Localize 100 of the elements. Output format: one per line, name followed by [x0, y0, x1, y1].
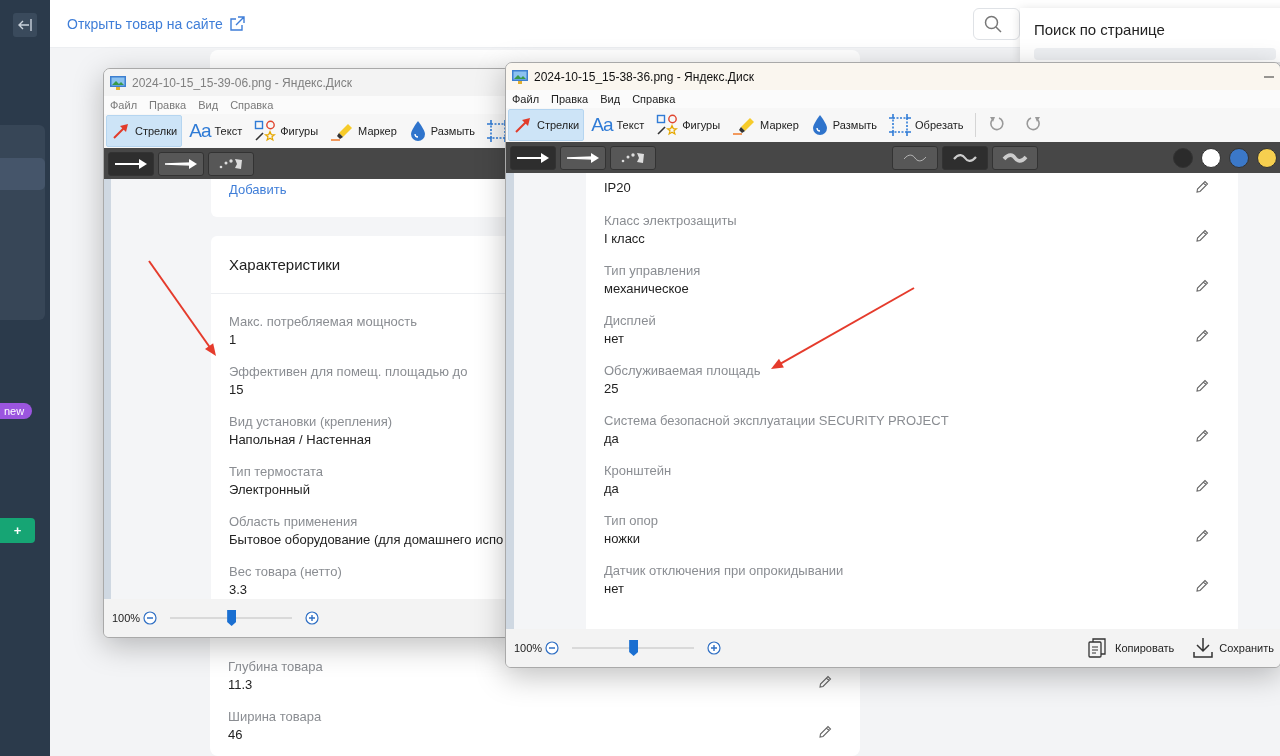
tool-button[interactable]: Стрелки — [508, 109, 585, 141]
pencil-icon — [1194, 577, 1210, 594]
menu-item[interactable]: Вид — [600, 93, 621, 105]
field-label: Ширина товара — [228, 708, 322, 726]
tool-button[interactable]: Маркер — [727, 109, 804, 141]
tool-button[interactable]: Фигуры — [651, 109, 726, 141]
stroke-width-button[interactable] — [942, 145, 988, 170]
zoom-in-icon[interactable] — [305, 611, 320, 625]
field-value: 3.3 — [229, 581, 249, 599]
field-label: Тип управления — [604, 262, 701, 280]
menu-item[interactable]: Файл — [512, 93, 540, 105]
slider-thumb[interactable] — [227, 610, 237, 626]
arrow-style-button[interactable] — [610, 145, 656, 170]
field-label: Вес товара (нетто) — [229, 563, 342, 581]
arrow-style-button[interactable] — [108, 151, 154, 176]
menu-item[interactable]: Файл — [110, 99, 138, 111]
edit-button[interactable] — [1194, 477, 1210, 494]
dotted-arrow-icon — [620, 150, 646, 165]
color-swatch[interactable] — [1257, 147, 1277, 168]
color-swatch[interactable] — [1201, 147, 1221, 168]
find-title: Поиск по странице — [1034, 21, 1166, 38]
edit-button[interactable] — [1194, 327, 1210, 344]
field-value: 15 — [229, 381, 245, 399]
field-label: Датчик отключения при опрокидывании — [604, 562, 844, 580]
color-swatch[interactable] — [1173, 147, 1193, 168]
color-swatch[interactable] — [1229, 147, 1249, 168]
pencil-icon — [817, 723, 833, 740]
field-label: Область применения — [229, 513, 359, 531]
zoom-in-icon[interactable] — [707, 641, 722, 655]
add-link[interactable]: Добавить — [229, 182, 287, 197]
slider-thumb[interactable] — [629, 640, 639, 656]
zoom-reading: 100% — [112, 612, 141, 624]
save-button[interactable]: Сохранить — [1191, 637, 1276, 659]
tool-button[interactable]: Размыть — [805, 109, 883, 141]
field-label: Тип термостата — [229, 463, 323, 481]
open-on-site-link[interactable]: Открыть товар на сайте — [67, 15, 245, 32]
pencil-icon — [1194, 227, 1210, 244]
edit-button[interactable] — [1194, 227, 1210, 244]
menu-item[interactable]: Справка — [632, 93, 676, 105]
menu-item[interactable]: Правка — [551, 93, 589, 105]
pencil-icon — [1194, 527, 1210, 544]
copy-button[interactable]: Копировать — [1085, 637, 1177, 659]
arrow-style-button[interactable] — [158, 151, 204, 176]
window-title: 2024-10-15_15-39-06.png - Яндекс.Диск — [132, 75, 352, 90]
zoom-out-icon[interactable] — [143, 611, 158, 625]
arrow-style-button[interactable] — [510, 145, 556, 170]
menu-item[interactable]: Вид — [198, 99, 219, 111]
edit-button[interactable] — [1194, 277, 1210, 294]
arrow-icon — [566, 151, 600, 164]
menu-item[interactable]: Справка — [230, 99, 274, 111]
tool-button[interactable]: Фигуры — [249, 115, 324, 147]
collapse-button[interactable] — [13, 13, 37, 37]
pencil-icon — [1194, 277, 1210, 294]
pencil-icon — [1194, 179, 1210, 195]
edit-button[interactable] — [1194, 427, 1210, 444]
zoom-reading: 100% — [514, 642, 543, 654]
field-value: нет — [604, 330, 625, 348]
collapse-icon — [17, 18, 33, 32]
tool-button[interactable]: Обрезать — [884, 109, 969, 141]
tool-button[interactable]: Маркер — [325, 115, 402, 147]
field-label: Обслуживаемая площадь — [604, 362, 761, 380]
shapes-icon — [656, 114, 679, 136]
zoom-out-icon[interactable] — [545, 641, 560, 655]
crop-icon — [889, 114, 912, 136]
edit-button[interactable] — [1194, 377, 1210, 394]
field-value: Электронный — [229, 481, 311, 499]
edit-button[interactable] — [817, 673, 833, 690]
edit-button[interactable] — [1194, 577, 1210, 594]
arrow-style-button[interactable] — [560, 145, 606, 170]
edit-button[interactable] — [1194, 179, 1210, 195]
field-value: Бытовое оборудование (для домашнего испо — [229, 531, 504, 549]
field-label: Эффективен для помещ. площадью до — [229, 363, 468, 381]
wave-icon — [902, 152, 928, 163]
tool-button[interactable]: Aa Текст — [184, 115, 248, 147]
field-value: да — [604, 480, 620, 498]
stroke-width-button[interactable] — [992, 145, 1038, 170]
field-value: 25 — [604, 380, 620, 398]
download-icon — [1193, 637, 1214, 659]
app-icon — [512, 69, 528, 84]
tool-button[interactable]: Размыть — [403, 115, 481, 147]
field-value: 11.3 — [228, 676, 254, 694]
tool-button[interactable]: Aa Текст — [586, 109, 650, 141]
pencil-icon — [1194, 477, 1210, 494]
field-label: Кронштейн — [604, 462, 672, 480]
tool-button[interactable]: Стрелки — [106, 115, 183, 147]
menu-item[interactable]: Правка — [149, 99, 187, 111]
external-link-icon — [228, 15, 245, 32]
search-field[interactable] — [973, 7, 1020, 40]
window-title: 2024-10-15_15-38-36.png - Яндекс.Диск — [534, 69, 754, 84]
pencil-icon — [1194, 327, 1210, 344]
app-icon — [110, 75, 126, 90]
edit-button[interactable] — [817, 723, 833, 740]
field-value: IP20 — [604, 179, 631, 197]
pencil-icon — [1194, 377, 1210, 394]
edit-button[interactable] — [1194, 527, 1210, 544]
wave-icon — [952, 152, 978, 163]
field-value: да — [604, 430, 620, 448]
arrow-style-button[interactable] — [208, 151, 254, 176]
field-label: Система безопасной эксплуатации SECURITY PROJECT — [604, 412, 949, 430]
shapes-icon — [254, 120, 277, 142]
